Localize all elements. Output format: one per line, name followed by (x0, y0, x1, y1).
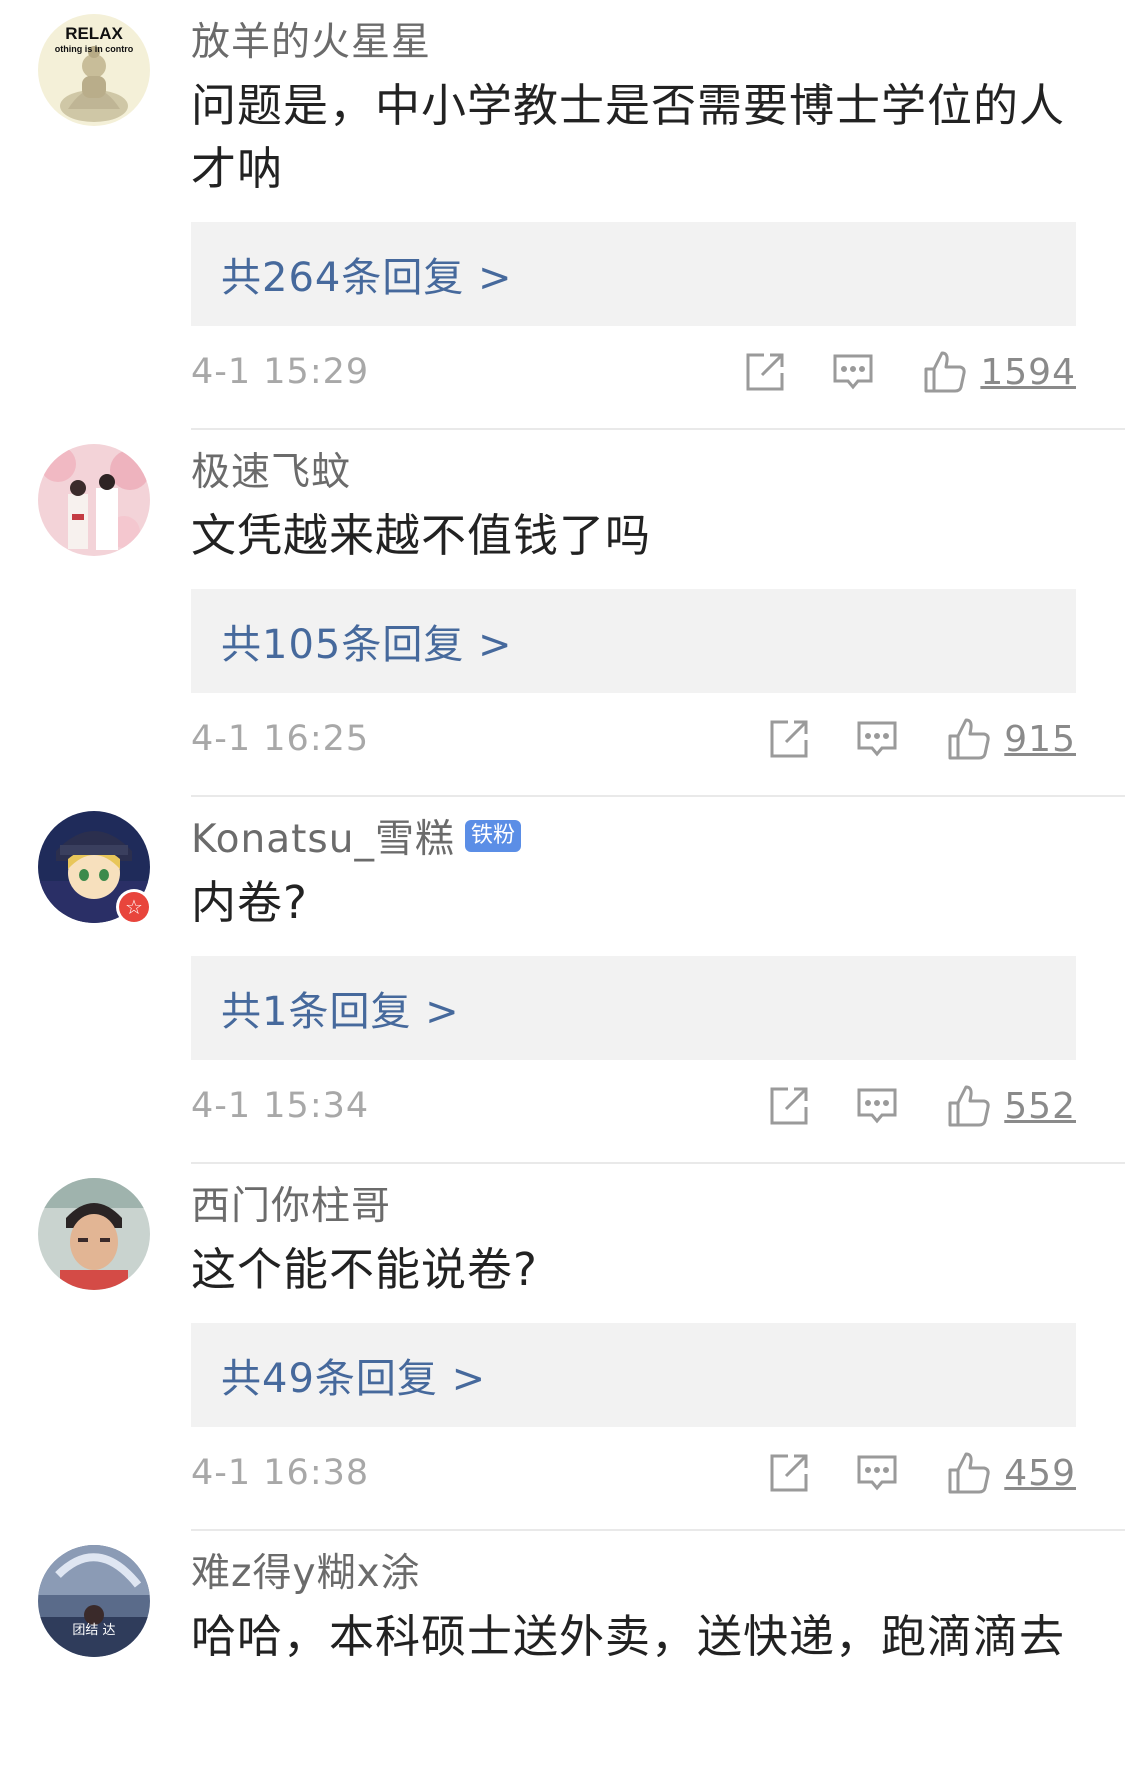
avatar-text-sub: othing is in contro (54, 44, 134, 54)
action-bar: 915 (766, 713, 1076, 765)
reply-count-label: 共264条回复 > (221, 255, 513, 301)
comment-icon[interactable] (854, 716, 900, 762)
comment-meta: 4-1 16:38 459 (191, 1427, 1076, 1529)
comment-icon[interactable] (854, 1450, 900, 1496)
username-row: 难z得y糊x涂 (191, 1542, 1125, 1598)
comment-text: 内卷? (191, 876, 308, 929)
thumbs-up-icon[interactable] (922, 349, 968, 395)
avatar-text-relax: RELAX (65, 24, 123, 43)
share-icon[interactable] (766, 1083, 812, 1129)
avatar[interactable] (38, 444, 150, 556)
username[interactable]: 西门你柱哥 (191, 1175, 391, 1231)
share-icon[interactable] (742, 349, 788, 395)
comment-icon[interactable] (854, 1083, 900, 1129)
comment-item: RELAX othing is in contro 放羊的火星星 问题是，中小学… (0, 0, 1125, 428)
comment-item: 团结 达 难z得y糊x涂 哈哈，本科硕士送外卖，送快递，跑滴滴去 (0, 1531, 1125, 1668)
view-replies-button[interactable]: 共49条回复 > (191, 1323, 1076, 1427)
view-replies-button[interactable]: 共264条回复 > (191, 222, 1076, 326)
comment-meta: 4-1 15:34 552 (191, 1060, 1076, 1162)
comment-item: ☆ Konatsu_雪糕 铁粉 内卷? 共1条回复 > 4-1 15:34 55… (0, 797, 1125, 1162)
like-count[interactable]: 1594 (980, 352, 1076, 393)
username[interactable]: Konatsu_雪糕 (191, 808, 455, 864)
avatar[interactable]: RELAX othing is in contro (38, 14, 150, 126)
like-count[interactable]: 459 (1004, 1453, 1076, 1494)
username[interactable]: 难z得y糊x涂 (191, 1542, 421, 1598)
like-count[interactable]: 552 (1004, 1086, 1076, 1127)
comment-feed: RELAX othing is in contro 放羊的火星星 问题是，中小学… (0, 0, 1125, 1668)
thumbs-up-icon[interactable] (946, 1450, 992, 1496)
username-row: Konatsu_雪糕 铁粉 (191, 808, 1125, 864)
like-count[interactable]: 915 (1004, 719, 1076, 760)
comment-item: 极速飞蚊 文凭越来越不值钱了吗 共105条回复 > 4-1 16:25 915 (0, 430, 1125, 795)
avatar[interactable]: ☆ (38, 811, 152, 925)
reply-count-label: 共49条回复 > (221, 1356, 487, 1402)
username[interactable]: 放羊的火星星 (191, 11, 431, 67)
avatar[interactable]: 团结 达 (38, 1545, 150, 1657)
reply-count-label: 共105条回复 > (221, 622, 513, 668)
action-bar: 1594 (742, 346, 1076, 398)
timestamp: 4-1 16:38 (191, 1453, 370, 1493)
username-row: 西门你柱哥 (191, 1175, 1125, 1231)
avatar[interactable] (38, 1178, 150, 1290)
share-icon[interactable] (766, 1450, 812, 1496)
comment-text: 问题是，中小学教士是否需要博士学位的人才呐 (191, 79, 1066, 195)
comment-icon[interactable] (830, 349, 876, 395)
fan-badge: 铁粉 (464, 820, 521, 852)
username[interactable]: 极速飞蚊 (191, 441, 351, 497)
timestamp: 4-1 15:34 (191, 1086, 370, 1126)
username-row: 极速飞蚊 (191, 441, 1125, 497)
comment-text: 哈哈，本科硕士送外卖，送快递，跑滴滴去 (191, 1610, 1066, 1663)
comment-text: 文凭越来越不值钱了吗 (191, 509, 652, 562)
action-bar: 459 (766, 1447, 1076, 1499)
comment-meta: 4-1 16:25 915 (191, 693, 1076, 795)
reply-count-label: 共1条回复 > (221, 989, 460, 1035)
comment-text: 这个能不能说卷? (191, 1243, 538, 1296)
comment-item: 西门你柱哥 这个能不能说卷? 共49条回复 > 4-1 16:38 459 (0, 1164, 1125, 1529)
timestamp: 4-1 15:29 (191, 352, 370, 392)
share-icon[interactable] (766, 716, 812, 762)
comment-meta: 4-1 15:29 1594 (191, 326, 1076, 428)
action-bar: 552 (766, 1080, 1076, 1132)
verified-badge-icon: ☆ (116, 889, 152, 925)
view-replies-button[interactable]: 共105条回复 > (191, 589, 1076, 693)
thumbs-up-icon[interactable] (946, 716, 992, 762)
thumbs-up-icon[interactable] (946, 1083, 992, 1129)
timestamp: 4-1 16:25 (191, 719, 370, 759)
view-replies-button[interactable]: 共1条回复 > (191, 956, 1076, 1060)
avatar-caption: 团结 达 (72, 1623, 116, 1638)
username-row: 放羊的火星星 (191, 11, 1125, 67)
